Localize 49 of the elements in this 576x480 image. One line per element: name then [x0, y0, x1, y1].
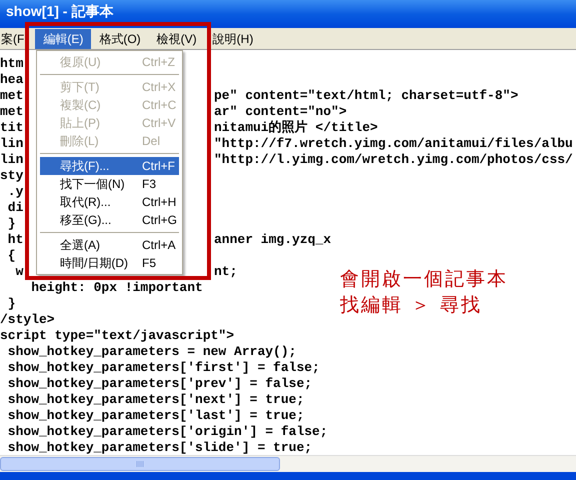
code-text: show_hotkey_parameters['last'] = true;	[6, 408, 304, 424]
code-text: show_hotkey_parameters['slide'] = true;	[6, 440, 312, 455]
menu-option[interactable]: 取代(R)... Ctrl+H	[40, 193, 179, 211]
menu-item[interactable]: 案(F	[0, 28, 24, 48]
code-text: height: 0px !important	[30, 280, 203, 296]
menu-item[interactable]: 編輯(E)	[35, 28, 92, 48]
annotation-text: 會開啟一個記事本	[340, 267, 508, 292]
code-text: /style>	[0, 312, 55, 328]
code-text: }	[6, 216, 16, 232]
code-text: show_hotkey_parameters['prev'] = false;	[6, 376, 312, 392]
code-text: hea	[0, 72, 24, 88]
code-text: }	[6, 296, 16, 312]
menu-option[interactable]: 移至(G)... Ctrl+G	[40, 211, 179, 229]
menu-item[interactable]: 檢視(V)	[148, 28, 205, 48]
scrollbar-thumb[interactable]	[0, 457, 280, 471]
code-text: met	[0, 88, 24, 104]
code-text: nt;	[214, 264, 238, 280]
code-text: show_hotkey_parameters = new Array();	[6, 344, 296, 360]
code-text: anner img.yzq_x	[214, 232, 332, 248]
menu-option[interactable]: 尋找(F)... Ctrl+F	[40, 157, 179, 175]
code-text: show_hotkey_parameters['next'] = true;	[6, 392, 304, 408]
code-text: script type="text/javascript">	[0, 328, 234, 344]
code-text: lin	[0, 152, 24, 168]
code-text: {	[6, 248, 16, 264]
code-text: pe" content="text/html; charset=utf-8">	[214, 88, 518, 104]
horizontal-scrollbar[interactable]	[0, 455, 576, 472]
menu-item[interactable]: 說明(H)	[204, 28, 262, 48]
code-text: show_hotkey_parameters['first'] = false;	[6, 360, 320, 376]
menu-item[interactable]: 格式(O)	[91, 28, 149, 48]
annotation-text: 找編輯 ＞ 尋找	[340, 293, 484, 318]
code-text: ar" content="no">	[214, 104, 347, 120]
menu-option[interactable]: 找下一個(N) F3	[40, 175, 179, 193]
code-text: nitamui的照片 </title>	[214, 120, 378, 136]
code-text: .y	[6, 184, 24, 200]
code-text: w	[14, 264, 24, 280]
menu-option[interactable]: 時間/日期(D) F5	[40, 254, 179, 272]
code-text: show_hotkey_parameters['origin'] = false;	[6, 424, 328, 440]
code-text: "http://l.yimg.com/wretch.yimg.com/photos/css/	[214, 152, 573, 168]
menu-option[interactable]: 全選(A) Ctrl+A	[40, 236, 179, 254]
code-text: ht	[6, 232, 24, 248]
code-text: lin	[0, 136, 24, 152]
code-text: di	[6, 200, 24, 216]
code-text: tit	[0, 120, 24, 136]
code-text: met	[0, 104, 24, 120]
window-title: show[1] - 記事本	[6, 2, 114, 20]
code-text: sty	[0, 168, 24, 184]
code-text: htm	[0, 56, 24, 72]
code-text: "http://f7.wretch.yimg.com/anitamui/files/albu	[214, 136, 573, 152]
grip-icon	[136, 461, 144, 467]
